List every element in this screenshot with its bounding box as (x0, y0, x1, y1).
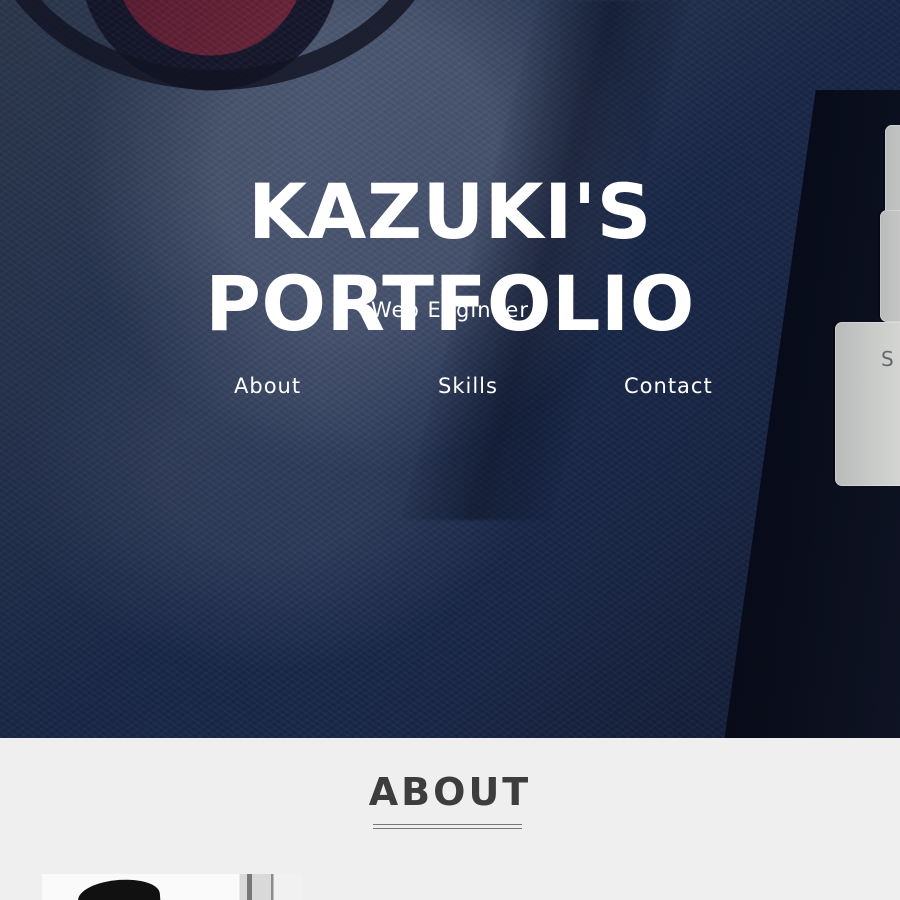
nav-link-skills[interactable]: Skills (438, 372, 498, 400)
about-heading: ABOUT (368, 770, 532, 814)
main-navigation: About Skills Contact (0, 372, 900, 404)
about-heading-divider (373, 824, 522, 829)
keyboard-key-letter: S (881, 347, 894, 371)
hero-section: S KAZUKI'S PORTFOLIO Web Engineer About … (0, 0, 900, 738)
job-title: Web Engineer (371, 298, 529, 322)
nav-link-contact[interactable]: Contact (624, 372, 713, 400)
nav-link-about[interactable]: About (234, 372, 301, 400)
profile-photo (42, 874, 302, 900)
